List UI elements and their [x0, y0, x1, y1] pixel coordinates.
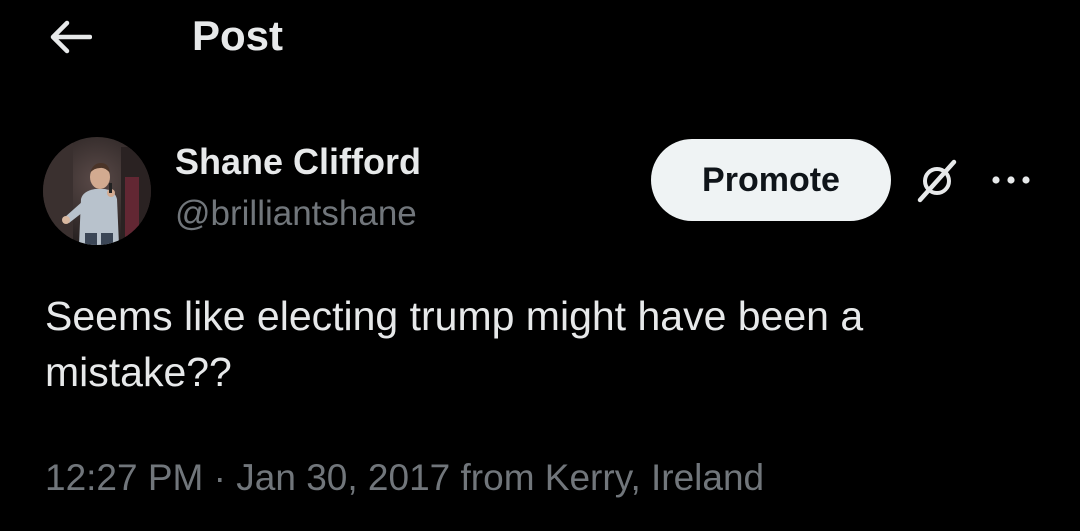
more-options-button[interactable]	[984, 158, 1038, 202]
author-handle[interactable]: @brilliantshane	[175, 192, 421, 236]
top-bar: Post	[0, 0, 1080, 72]
more-horizontal-icon	[992, 176, 1030, 184]
post-date[interactable]: Jan 30, 2017	[236, 457, 450, 498]
author-info: Shane Clifford @brilliantshane	[175, 140, 421, 236]
meta-separator: ·	[203, 457, 237, 498]
arrow-left-icon	[50, 20, 92, 54]
back-button[interactable]	[40, 12, 100, 62]
post-text: Seems like electing trump might have bee…	[45, 293, 864, 395]
grok-button[interactable]	[908, 154, 966, 208]
post-metadata: 12:27 PM · Jan 30, 2017 from Kerry, Irel…	[45, 455, 764, 501]
post-location: from Kerry, Ireland	[450, 457, 765, 498]
avatar-photo	[43, 137, 151, 245]
author-display-name[interactable]: Shane Clifford	[175, 140, 421, 184]
avatar[interactable]	[43, 137, 151, 245]
grok-icon	[917, 159, 957, 203]
page-title: Post	[192, 12, 284, 59]
post-time[interactable]: 12:27 PM	[45, 457, 203, 498]
promote-button[interactable]: Promote	[651, 139, 891, 221]
